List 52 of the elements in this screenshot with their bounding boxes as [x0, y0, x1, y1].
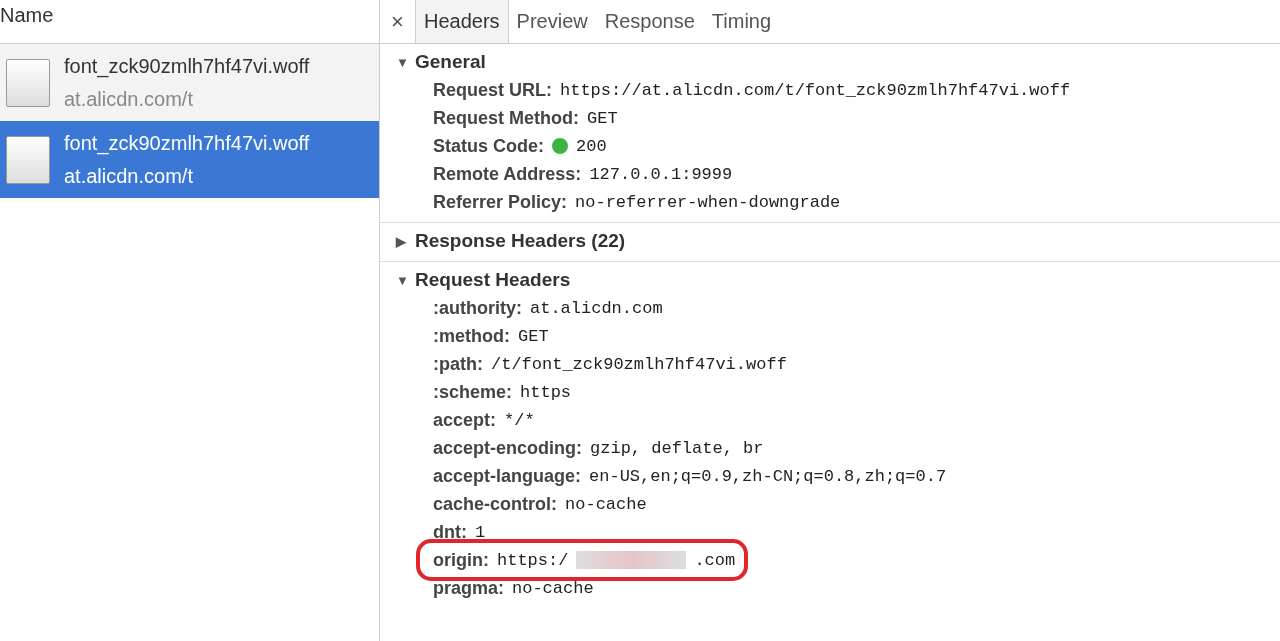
disclosure-triangle-icon[interactable]: ▼ [396, 54, 409, 70]
header-name: dnt: [433, 521, 467, 543]
section-title[interactable]: Response Headers (22) [415, 230, 626, 252]
header-value: GET [587, 108, 618, 128]
tab[interactable]: Preview [508, 0, 597, 43]
section-title[interactable]: General [415, 51, 486, 73]
request-row[interactable]: font_zck90zmlh7hf47vi.woff at.alicdn.com/t [0, 44, 379, 121]
header-name: pragma: [433, 577, 504, 599]
header-value: at.alicdn.com [530, 298, 663, 318]
file-name: font_zck90zmlh7hf47vi.woff [64, 54, 310, 78]
header-value: gzip, deflate, br [590, 438, 764, 458]
header-value: https:/ [497, 550, 569, 570]
header-name: accept-language: [433, 465, 582, 487]
header-name: Request URL: [433, 79, 552, 101]
header-value: GET [518, 326, 549, 346]
section-title[interactable]: Request Headers [415, 269, 571, 291]
header-name: Status Code: [433, 135, 544, 157]
disclosure-triangle-icon[interactable]: ▼ [396, 272, 409, 288]
header-name: Referrer Policy: [433, 191, 568, 213]
column-header[interactable]: Name [0, 4, 54, 27]
header-name: Request Method: [433, 107, 579, 129]
header-value: 200 [576, 136, 607, 156]
header-value: 1 [475, 522, 486, 542]
file-icon [6, 135, 50, 184]
header-value: no-cache [565, 494, 647, 514]
header-value: https [520, 382, 572, 402]
header-value: no-cache [512, 578, 594, 598]
header-value: .com [694, 550, 736, 570]
header-value: 127.0.0.1:9999 [589, 164, 733, 184]
header-value: en-US,en;q=0.9,zh-CN;q=0.8,zh;q=0.7 [589, 466, 947, 486]
header-name: accept: [433, 409, 497, 431]
tab[interactable]: Response [596, 0, 704, 43]
file-name: font_zck90zmlh7hf47vi.woff [64, 131, 310, 155]
header-value: no-referrer-when-downgrade [575, 192, 841, 212]
header-name: :scheme: [433, 381, 513, 403]
header-value: */* [504, 410, 535, 430]
request-row[interactable]: font_zck90zmlh7hf47vi.woff at.alicdn.com/t [0, 121, 379, 198]
header-name: origin: [433, 549, 489, 571]
header-name: Remote Address: [433, 163, 582, 185]
tab[interactable]: Headers [416, 0, 509, 43]
header-value: /t/font_zck90zmlh7hf47vi.woff [491, 354, 787, 374]
header-value: https://at.alicdn.com/t/font_zck90zmlh7hf47vi.woff [560, 80, 1071, 100]
domain-text: at.alicdn.com/t [64, 87, 194, 111]
header-name: :path: [433, 353, 483, 375]
disclosure-triangle-icon[interactable]: ▶ [396, 233, 409, 249]
header-name: accept-encoding: [433, 437, 583, 459]
header-name: cache-control: [433, 493, 558, 515]
header-name: :authority: [433, 297, 522, 319]
file-icon [6, 58, 50, 107]
tab[interactable]: Timing [703, 0, 781, 43]
domain-text: at.alicdn.com/t [64, 164, 194, 188]
header-name: :method: [433, 325, 510, 347]
